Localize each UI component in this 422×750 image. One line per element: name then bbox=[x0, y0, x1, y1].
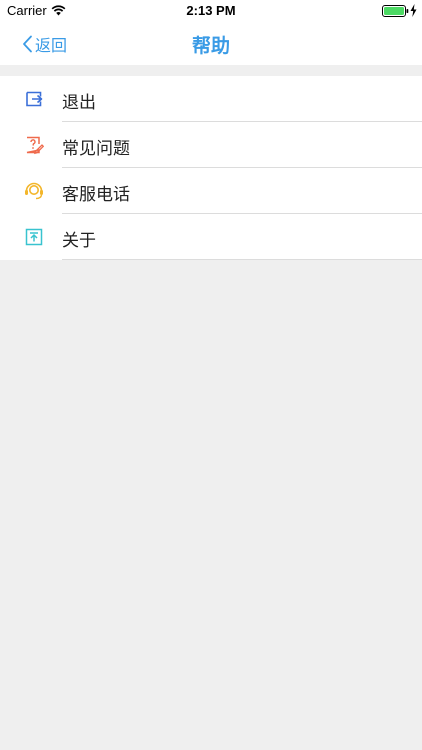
page-title: 帮助 bbox=[191, 35, 230, 57]
clock: 2:13 PM bbox=[186, 3, 236, 18]
menu-item-label: 常见问题 bbox=[62, 139, 130, 159]
about-icon bbox=[25, 228, 43, 246]
status-bar: Carrier 2:13 PM bbox=[0, 0, 422, 22]
charging-icon bbox=[410, 4, 417, 17]
divider bbox=[62, 259, 422, 260]
headset-icon bbox=[25, 182, 43, 200]
menu-item-label: 退出 bbox=[62, 93, 96, 113]
menu-item-label: 客服电话 bbox=[62, 185, 130, 205]
navigation-bar: 返回 帮助 bbox=[0, 22, 422, 65]
battery-icon bbox=[382, 5, 409, 17]
menu-item-label: 关于 bbox=[62, 231, 96, 251]
menu-item-customer-service[interactable]: 客服电话 bbox=[0, 168, 422, 214]
menu-item-about[interactable]: 关于 bbox=[0, 214, 422, 260]
help-menu: 退出 常见问题 客服电话 关于 bbox=[0, 76, 422, 260]
faq-icon bbox=[26, 136, 44, 155]
menu-item-logout[interactable]: 退出 bbox=[0, 76, 422, 122]
logout-icon bbox=[26, 91, 43, 107]
menu-item-faq[interactable]: 常见问题 bbox=[0, 122, 422, 168]
